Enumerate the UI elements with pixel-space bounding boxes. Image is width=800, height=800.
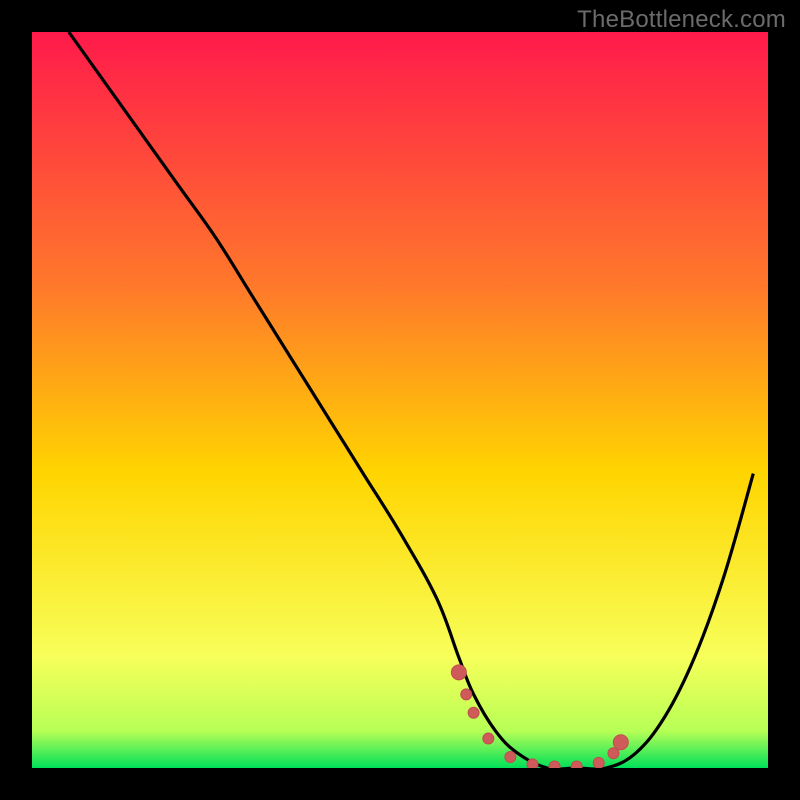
optimal-marker bbox=[608, 748, 619, 759]
chart-svg bbox=[0, 0, 800, 800]
plot-background bbox=[32, 32, 768, 768]
optimal-marker bbox=[461, 689, 472, 700]
optimal-marker bbox=[613, 735, 628, 750]
optimal-marker bbox=[483, 733, 494, 744]
optimal-marker bbox=[593, 757, 604, 768]
optimal-marker bbox=[451, 665, 466, 680]
optimal-marker bbox=[468, 707, 479, 718]
chart-frame: TheBottleneck.com bbox=[0, 0, 800, 800]
watermark-text: TheBottleneck.com bbox=[577, 6, 786, 34]
optimal-marker bbox=[505, 751, 516, 762]
